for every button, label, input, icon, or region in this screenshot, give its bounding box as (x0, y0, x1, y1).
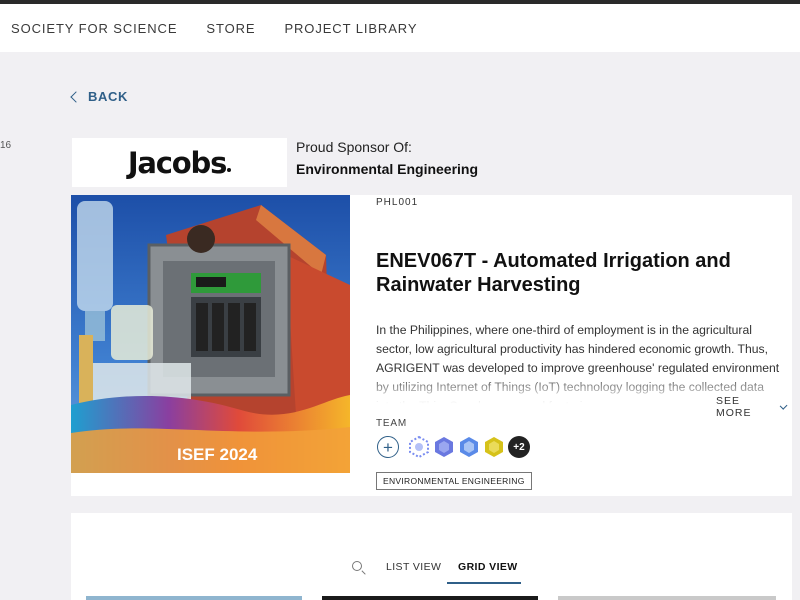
active-tab-indicator (447, 582, 521, 584)
sponsor-logo-text: Jacobs (127, 145, 228, 180)
more-members-badge[interactable]: +2 (508, 436, 530, 458)
grid-thumbnail-3[interactable] (558, 596, 776, 600)
chevron-left-icon (70, 90, 82, 103)
team-avatar-3[interactable] (458, 436, 480, 458)
sponsor-info: Proud Sponsor Of: Environmental Engineer… (296, 139, 478, 177)
nav-project-library[interactable]: PROJECT LIBRARY (284, 21, 417, 36)
grid-thumbnail-2[interactable] (322, 596, 538, 600)
project-details: PHL001 ENEV067T - Automated Irrigation a… (376, 195, 788, 496)
view-panel: LIST VIEW GRID VIEW (71, 513, 792, 600)
team-avatar-2[interactable] (433, 436, 455, 458)
project-title[interactable]: ENEV067T - Automated Irrigation and Rain… (376, 249, 781, 297)
tab-list-view[interactable]: LIST VIEW (386, 561, 441, 573)
category-tag[interactable]: ENVIRONMENTAL ENGINEERING (376, 472, 532, 490)
back-link[interactable]: BACK (70, 89, 128, 104)
sponsor-category: Environmental Engineering (296, 161, 479, 177)
project-photo-illustration: ISEF 2024 (71, 195, 350, 473)
team-avatar-1[interactable] (408, 436, 430, 458)
isef-year-label: ISEF 2024 (177, 445, 258, 464)
project-card: ISEF 2024 PHL001 ENEV067T - Automated Ir… (71, 195, 792, 496)
see-more-label: SEE MORE (716, 395, 752, 419)
search-icon[interactable] (352, 561, 362, 571)
project-image[interactable]: ISEF 2024 (71, 195, 350, 473)
edge-number: 16 (0, 140, 12, 151)
see-more-button[interactable]: SEE MORE (710, 395, 788, 419)
add-member-button[interactable]: + (377, 436, 399, 458)
tab-grid-view[interactable]: GRID VIEW (458, 561, 518, 573)
team-label: TEAM (376, 418, 407, 429)
grid-thumbnail-1[interactable] (86, 596, 302, 600)
sponsor-label: Proud Sponsor Of: (296, 139, 412, 155)
top-navigation: SOCIETY FOR SCIENCE STORE PROJECT LIBRAR… (0, 4, 800, 52)
project-code: PHL001 (376, 197, 419, 208)
team-members: + +2 (377, 436, 530, 458)
nav-store[interactable]: STORE (206, 21, 255, 36)
logo-dot-icon (227, 167, 232, 172)
nav-society-for-science[interactable]: SOCIETY FOR SCIENCE (11, 21, 177, 36)
back-label: BACK (88, 89, 128, 104)
chevron-down-icon (779, 401, 788, 410)
sponsor-logo[interactable]: Jacobs (72, 138, 287, 187)
team-avatar-4[interactable] (483, 436, 505, 458)
